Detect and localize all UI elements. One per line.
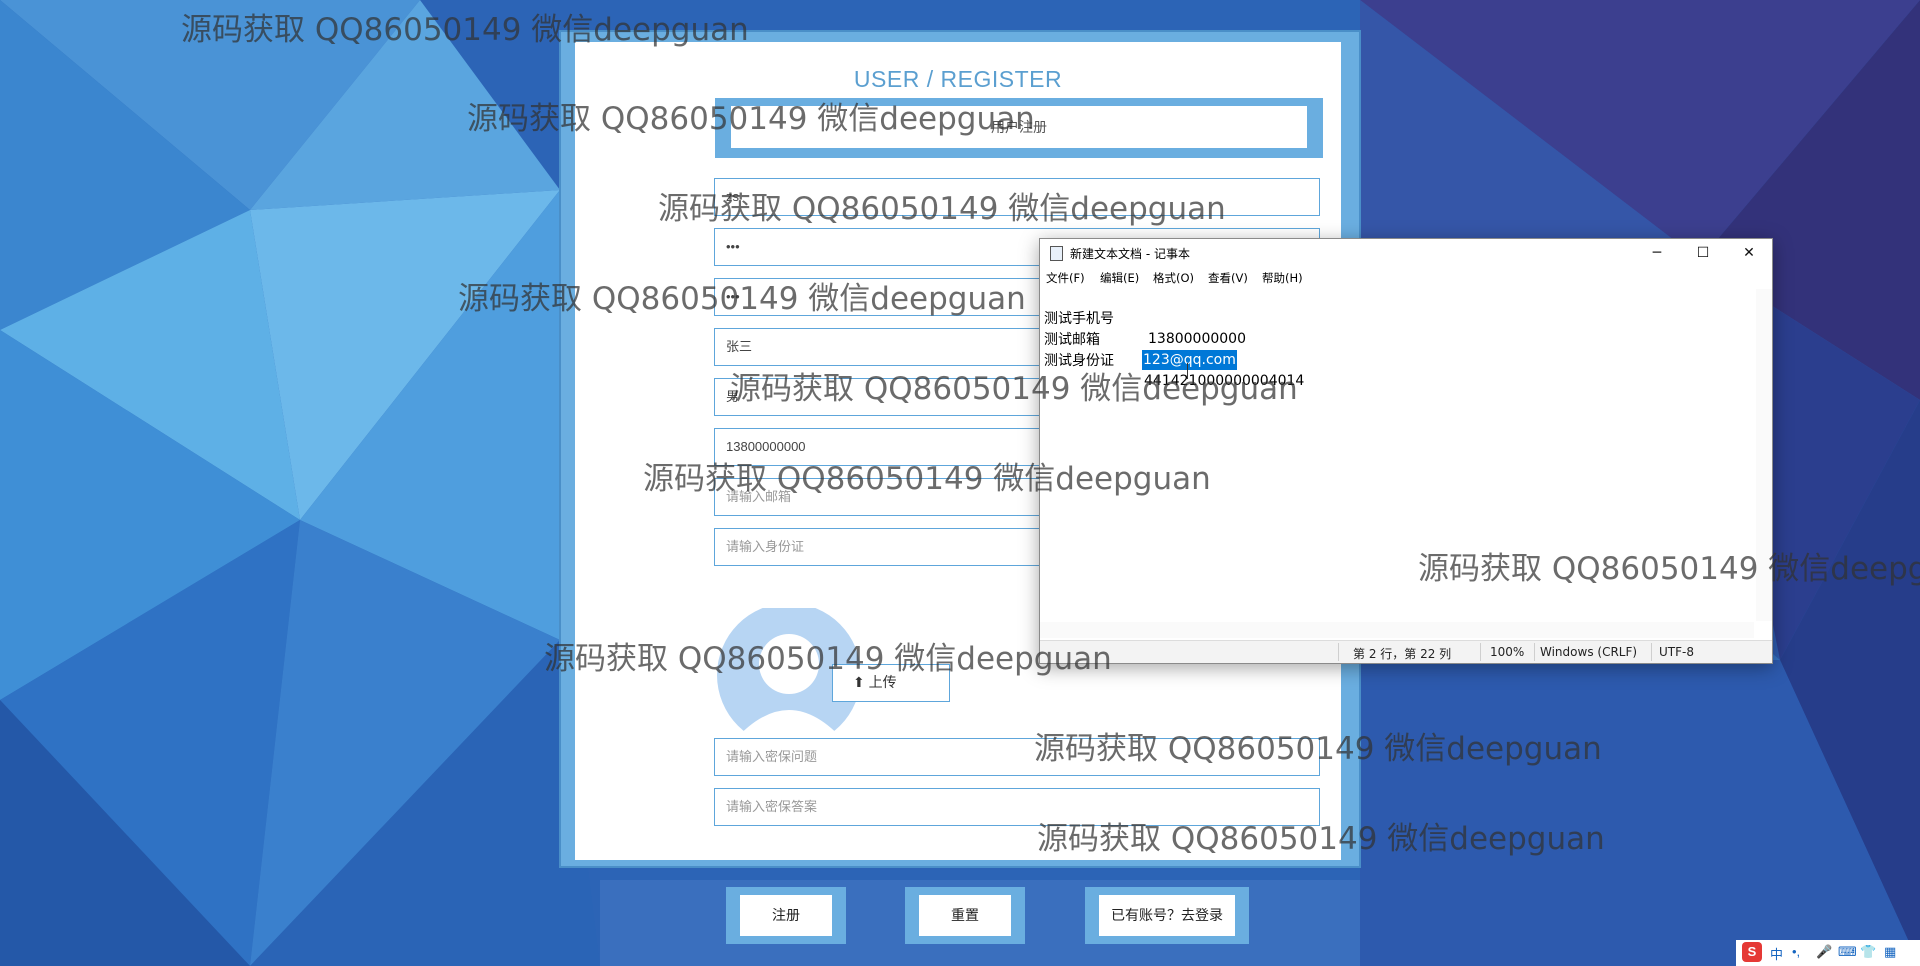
reset-button[interactable]: 重置 — [905, 887, 1025, 944]
close-button[interactable]: ✕ — [1726, 239, 1772, 267]
notepad-statusbar: 第 2 行，第 22 列 100% Windows (CRLF) UTF-8 — [1040, 640, 1772, 663]
maximize-button[interactable]: ☐ — [1680, 239, 1726, 267]
status-zoom: 100% — [1490, 645, 1525, 659]
text-line: 测试身份证 441421000000004014 — [1044, 331, 1304, 389]
security-answer-field[interactable]: 请输入密保答案 — [714, 788, 1320, 826]
text-line: 测试邮箱 123@qq.com — [1044, 310, 1237, 370]
status-divider — [1338, 643, 1339, 661]
menu-format[interactable]: 格式(O) — [1153, 270, 1194, 286]
notepad-window: 新建文本文档 - 记事本 ─ ☐ ✕ 文件(F) 编辑(E) 格式(O) 查看(… — [1039, 238, 1773, 664]
vertical-scrollbar[interactable] — [1756, 289, 1772, 621]
keyboard-icon[interactable]: ⌨ — [1838, 944, 1857, 960]
text-key: 测试身份证 — [1044, 353, 1114, 369]
page-title: USER / REGISTER — [853, 66, 1063, 92]
notepad-text-area[interactable]: 测试手机号 13800000000 测试邮箱 123@qq.com 测试身份证 … — [1044, 289, 1754, 601]
register-header-label: 用户注册 — [731, 106, 1307, 148]
register-header-frame: 用户注册 — [715, 98, 1323, 158]
menu-help[interactable]: 帮助(H) — [1262, 270, 1303, 286]
horizontal-scrollbar[interactable] — [1040, 622, 1754, 638]
goto-login-label: 已有账号？去登录 — [1099, 895, 1235, 936]
ime-toolbar[interactable]: S 中 •, 🎤 ⌨ 👕 ▦ — [1736, 940, 1920, 966]
status-line-ending: Windows (CRLF) — [1540, 645, 1638, 659]
minimize-button[interactable]: ─ — [1634, 239, 1680, 267]
upload-label: 上传 — [868, 674, 897, 690]
status-divider — [1651, 643, 1652, 661]
microphone-icon[interactable]: 🎤 — [1816, 944, 1832, 960]
goto-login-button[interactable]: 已有账号？去登录 — [1085, 887, 1249, 944]
toolbox-icon[interactable]: ▦ — [1884, 944, 1896, 960]
notepad-document-icon — [1050, 246, 1063, 261]
register-button[interactable]: 注册 — [726, 887, 846, 944]
username-field[interactable]: zs — [714, 178, 1320, 216]
security-question-field[interactable]: 请输入密保问题 — [714, 738, 1320, 776]
text-line: 测试手机号 13800000000 — [1044, 289, 1246, 347]
register-button-label: 注册 — [740, 895, 832, 936]
ime-language[interactable]: 中 — [1770, 944, 1783, 963]
status-position: 第 2 行，第 22 列 — [1353, 647, 1452, 661]
status-divider — [1534, 643, 1535, 661]
text-value: 13800000000 — [1148, 331, 1246, 347]
text-cursor-icon — [1187, 363, 1188, 379]
text-value: 441421000000004014 — [1144, 373, 1305, 389]
menu-file[interactable]: 文件(F) — [1046, 270, 1085, 286]
notepad-title: 新建文本文档 - 记事本 — [1070, 247, 1190, 261]
menu-view[interactable]: 查看(V) — [1208, 270, 1248, 286]
ime-punct[interactable]: •, — [1792, 944, 1800, 959]
status-encoding: UTF-8 — [1659, 645, 1694, 659]
upload-icon: ⬆ — [853, 674, 869, 690]
selected-text: 123@qq.com — [1142, 350, 1237, 370]
reset-button-label: 重置 — [919, 895, 1011, 936]
upload-avatar-button[interactable]: ⬆ 上传 — [832, 664, 950, 702]
skin-icon[interactable]: 👕 — [1860, 944, 1876, 960]
notepad-titlebar[interactable]: 新建文本文档 - 记事本 ─ ☐ ✕ — [1040, 239, 1772, 267]
notepad-menubar: 文件(F) 编辑(E) 格式(O) 查看(V) 帮助(H) — [1040, 267, 1772, 287]
status-divider — [1480, 643, 1481, 661]
ime-logo-icon: S — [1742, 942, 1762, 962]
menu-edit[interactable]: 编辑(E) — [1100, 270, 1139, 286]
